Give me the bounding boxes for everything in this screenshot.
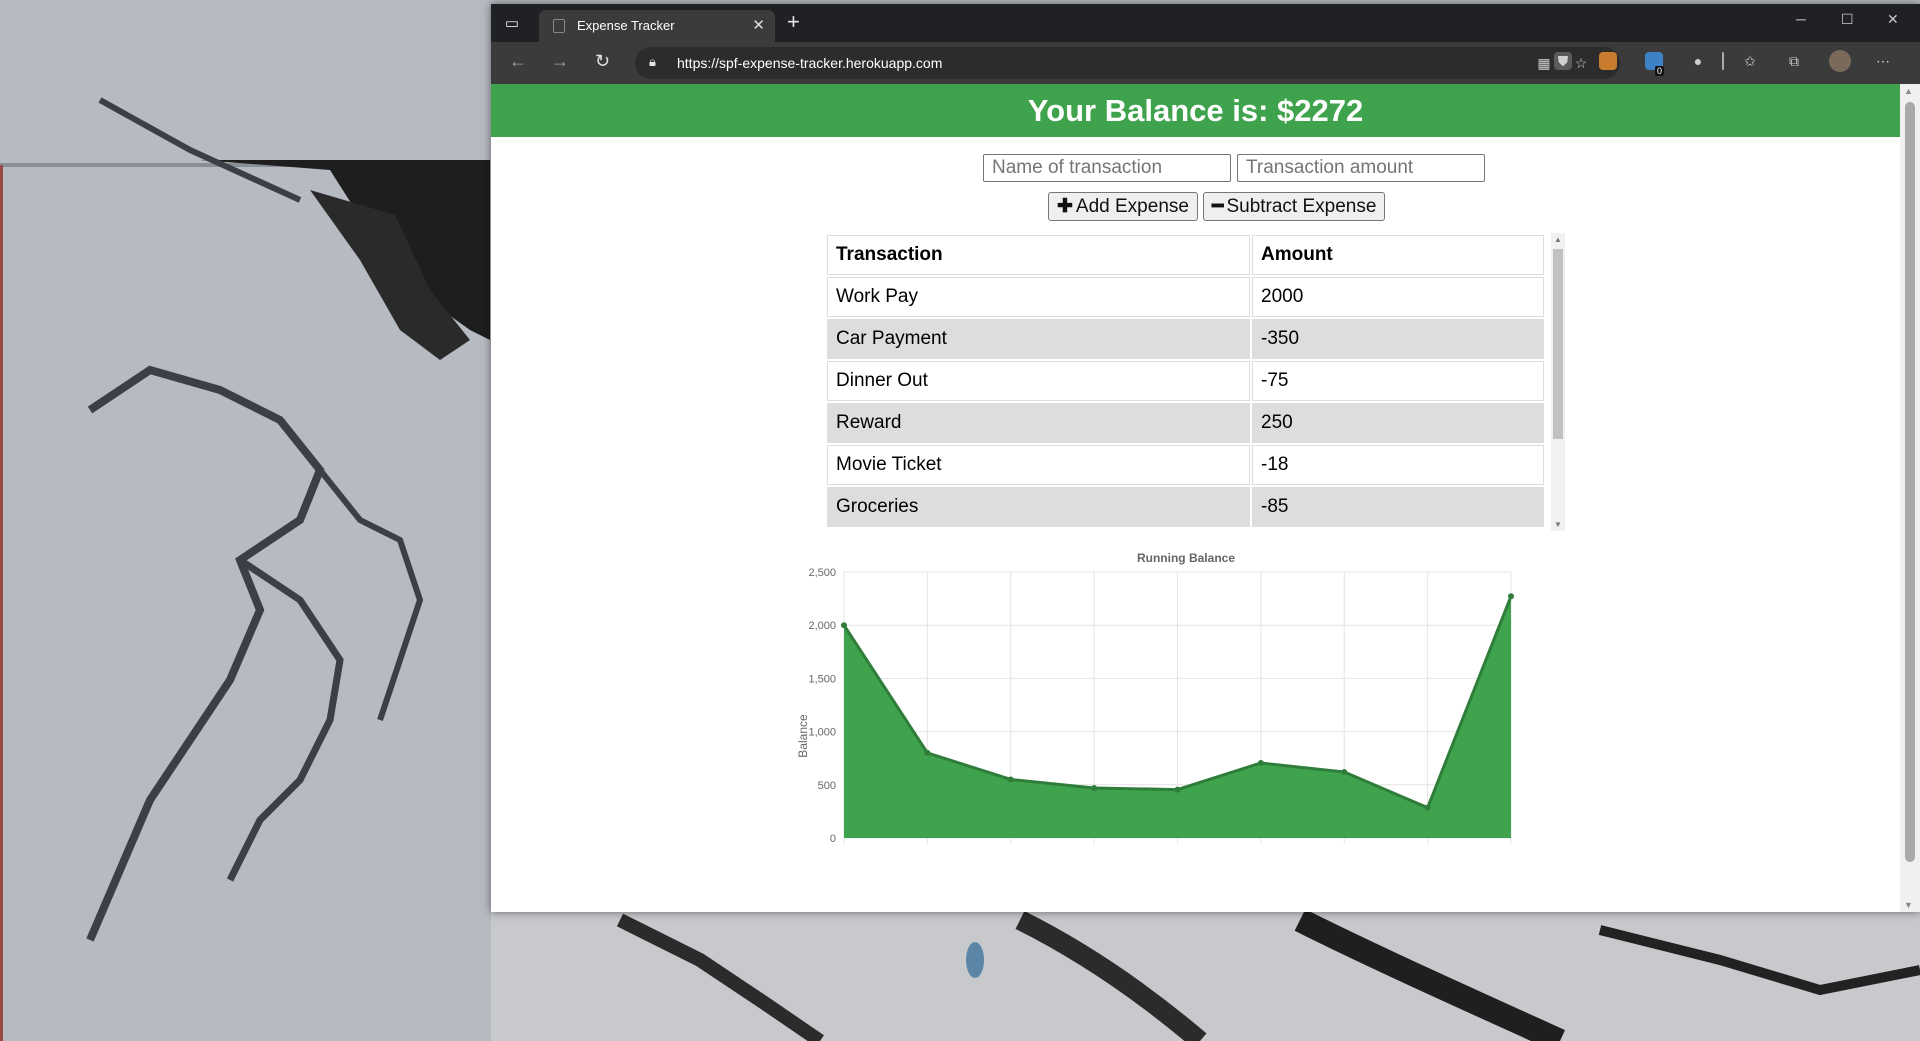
y-tick-label: 1,000 (808, 727, 836, 739)
page-scrollbar[interactable]: ▲ ▼ (1900, 84, 1920, 912)
new-tab-icon[interactable]: + (787, 9, 800, 35)
back-icon[interactable]: ← (509, 51, 527, 72)
transaction-amount: -350 (1252, 319, 1544, 359)
avatar[interactable] (1829, 50, 1851, 72)
transactions-table-container[interactable]: Transaction Amount Work Pay 2000 Car Pay… (825, 233, 1556, 531)
y-tick-label: 1,500 (808, 673, 836, 685)
favicon-icon (553, 19, 565, 33)
plus-icon: ✚ (1057, 196, 1073, 217)
transaction-name: Groceries (827, 487, 1250, 527)
transaction-amount-input[interactable] (1237, 154, 1485, 182)
minus-icon: ━ (1212, 196, 1224, 217)
add-expense-label: Add Expense (1075, 196, 1189, 217)
data-point (924, 749, 931, 756)
chart-ylabel: Balance (796, 714, 810, 758)
table-row: Groceries -85 (827, 487, 1544, 527)
data-point (1257, 759, 1264, 766)
more-icon[interactable]: ⋯ (1874, 52, 1892, 70)
running-balance-chart: 0 500 1,000 1,500 2,000 2,500 Running Balance… (796, 551, 1514, 845)
toolbar-divider (1722, 52, 1724, 70)
add-favorite-icon[interactable]: ☆ (1572, 54, 1590, 72)
table-row: Reward 250 (827, 403, 1544, 443)
transaction-name: Work Pay (827, 277, 1250, 317)
forward-icon[interactable]: → (551, 51, 569, 72)
y-tick-label: 0 (830, 833, 836, 845)
y-tick-label: 2,000 (808, 620, 836, 632)
add-expense-button[interactable]: ✚ Add Expense (1048, 192, 1198, 221)
browser-window: ▭ Expense Tracker ✕ + ─ ☐ ✕ ← → ↻ 🔒︎ htt… (491, 4, 1920, 912)
close-window-icon[interactable]: ✕ (1887, 11, 1899, 28)
table-row: Car Payment -350 (827, 319, 1544, 359)
transactions-table: Transaction Amount Work Pay 2000 Car Pay… (825, 233, 1546, 529)
tab-actions-icon[interactable]: ▭ (501, 13, 523, 35)
scroll-up-icon[interactable]: ▲ (1554, 235, 1562, 244)
data-point (1341, 769, 1348, 776)
header-transaction: Transaction (827, 235, 1250, 275)
transaction-amount: 250 (1252, 403, 1544, 443)
transaction-name: Reward (827, 403, 1250, 443)
tab-bar: ▭ Expense Tracker ✕ + ─ ☐ ✕ (491, 4, 1920, 42)
transaction-amount: 2000 (1252, 277, 1544, 317)
data-point (1508, 593, 1514, 600)
maximize-icon[interactable]: ☐ (1841, 11, 1854, 28)
favorites-icon[interactable]: ✩ (1741, 52, 1759, 70)
data-point (841, 622, 847, 629)
collections-icon[interactable]: ⧉ (1785, 52, 1803, 70)
table-row: Work Pay 2000 (827, 277, 1544, 317)
transaction-name: Car Payment (827, 319, 1250, 359)
data-point (1174, 786, 1181, 793)
close-tab-icon[interactable]: ✕ (752, 16, 765, 34)
y-tick-label: 2,500 (808, 567, 836, 579)
page-scroll-down-icon[interactable]: ▼ (1904, 900, 1913, 910)
chart-axes: 0 500 1,000 1,500 2,000 2,500 (808, 567, 836, 845)
table-row: Movie Ticket -18 (827, 445, 1544, 485)
minimize-icon[interactable]: ─ (1796, 11, 1806, 27)
extension-badge-count: 0 (1655, 66, 1665, 76)
url-text: https://spf-expense-tracker.herokuapp.co… (677, 55, 943, 71)
subtract-expense-label: Subtract Expense (1226, 196, 1377, 217)
reload-icon[interactable]: ↻ (595, 51, 610, 72)
extension-icon[interactable] (1599, 52, 1617, 70)
scroll-down-icon[interactable]: ▼ (1554, 520, 1562, 529)
shield-icon[interactable]: ⛊ (1554, 52, 1572, 70)
tab-expense-tracker[interactable]: Expense Tracker ✕ (539, 10, 775, 42)
table-scrollbar[interactable]: ▲ ▼ (1551, 233, 1565, 531)
reader-icon[interactable]: ▦ (1535, 54, 1553, 72)
transaction-name: Dinner Out (827, 361, 1250, 401)
y-tick-label: 500 (818, 780, 836, 792)
subtract-expense-button[interactable]: ━ Subtract Expense (1203, 192, 1386, 221)
chart-title: Running Balance (1137, 551, 1235, 565)
data-point (1007, 776, 1014, 783)
tab-title: Expense Tracker (577, 18, 675, 33)
transaction-amount: -85 (1252, 487, 1544, 527)
navigation-bar: ← → ↻ 🔒︎ https://spf-expense-tracker.her… (491, 42, 1920, 84)
transaction-amount: -18 (1252, 445, 1544, 485)
data-point (1424, 804, 1431, 811)
address-bar[interactable]: 🔒︎ https://spf-expense-tracker.herokuapp… (635, 47, 1620, 79)
transaction-name-input[interactable] (983, 154, 1231, 182)
lock-icon: 🔒︎ (649, 54, 656, 69)
transaction-amount: -75 (1252, 361, 1544, 401)
header-amount: Amount (1252, 235, 1544, 275)
page-viewport: Your Balance is: $2272 ✚Add Expense ━Sub… (491, 84, 1900, 912)
profile-icon[interactable]: ● (1689, 52, 1707, 70)
balance-header: Your Balance is: $2272 (491, 84, 1900, 137)
page-scroll-thumb[interactable] (1905, 102, 1915, 862)
table-scroll-thumb[interactable] (1553, 249, 1563, 439)
data-point (1091, 784, 1098, 791)
transaction-name: Movie Ticket (827, 445, 1250, 485)
page-scroll-up-icon[interactable]: ▲ (1904, 86, 1913, 96)
table-row: Dinner Out -75 (827, 361, 1544, 401)
